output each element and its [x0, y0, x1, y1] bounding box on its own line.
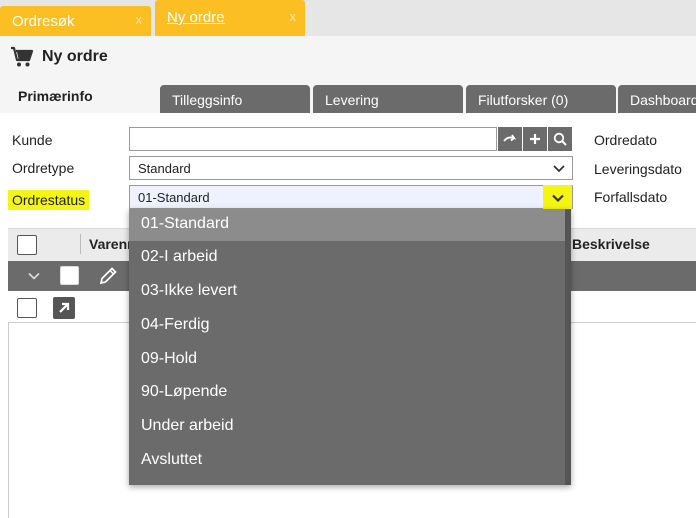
open-external-icon[interactable]	[53, 297, 75, 319]
doc-tab-ny-ordre[interactable]: Ny ordre x	[155, 0, 305, 36]
select-all-checkbox[interactable]	[17, 235, 37, 255]
dropdown-option[interactable]: 09-Hold	[129, 344, 565, 376]
tab-levering[interactable]: Levering	[313, 85, 463, 113]
chevron-down-icon[interactable]	[543, 185, 572, 211]
tab-tilleggsinfo[interactable]: Tilleggsinfo	[160, 85, 310, 113]
cart-icon	[11, 46, 34, 67]
doc-tab-label: Ordresøk	[12, 13, 75, 30]
kunde-input[interactable]	[129, 127, 497, 151]
chevron-down-icon	[553, 165, 565, 173]
arrow-right-icon[interactable]	[497, 127, 522, 151]
dropdown-option[interactable]: Avsluttet	[129, 445, 565, 477]
tab-primaerinfo[interactable]: Primærinfo	[8, 79, 158, 113]
ordrestatus-value: 01-Standard	[138, 190, 210, 205]
plus-icon[interactable]	[522, 127, 547, 151]
search-icon[interactable]	[547, 127, 572, 151]
close-icon[interactable]: x	[136, 12, 143, 27]
dropdown-option[interactable]: 90-Løpende	[129, 377, 565, 409]
row-checkbox[interactable]	[17, 298, 37, 318]
ordrestatus-dropdown: 01-Standard 02-I arbeid 03-Ikke levert 0…	[129, 209, 571, 485]
ordretype-select[interactable]: Standard	[129, 156, 573, 180]
ordrestatus-label: Ordrestatus	[8, 190, 90, 210]
dropdown-scrollbar[interactable]	[565, 209, 571, 485]
row-checkbox[interactable]	[60, 266, 79, 285]
doc-tab-ordresok[interactable]: Ordresøk x	[0, 6, 151, 36]
tab-dashboard[interactable]: Dashboard	[618, 85, 696, 113]
page-title: Ny ordre	[42, 48, 108, 65]
dropdown-option[interactable]: Under arbeid	[129, 411, 565, 443]
pencil-icon[interactable]	[98, 266, 118, 286]
close-icon[interactable]: x	[290, 9, 297, 24]
dropdown-option[interactable]: 01-Standard	[129, 209, 565, 241]
ordretype-value: Standard	[138, 161, 191, 176]
kunde-buttons	[497, 127, 572, 151]
column-header-beskrivelse[interactable]: Beskrivelse	[572, 236, 650, 252]
column-divider	[80, 234, 81, 254]
kunde-label: Kunde	[12, 132, 53, 148]
dropdown-option[interactable]: 04-Ferdig	[129, 310, 565, 342]
tab-filutforsker[interactable]: Filutforsker (0)	[466, 85, 616, 113]
chevron-down-icon[interactable]	[28, 271, 40, 281]
ordrestatus-select[interactable]: 01-Standard	[129, 185, 573, 211]
dropdown-option[interactable]: 03-Ikke levert	[129, 276, 565, 308]
dropdown-option[interactable]: 02-I arbeid	[129, 242, 565, 274]
page-header: Ny ordre	[10, 44, 108, 70]
column-header-varenr[interactable]: Varenr	[89, 236, 133, 252]
doc-tab-label: Ny ordre	[167, 9, 225, 26]
ordredato-label: Ordredato	[594, 132, 658, 148]
leveringsdato-label: Leveringsdato	[594, 161, 682, 177]
ordretype-label: Ordretype	[12, 160, 75, 176]
forfallsdato-label: Forfallsdato	[594, 189, 668, 205]
